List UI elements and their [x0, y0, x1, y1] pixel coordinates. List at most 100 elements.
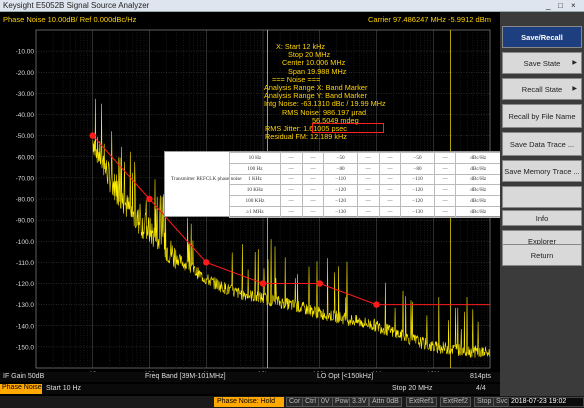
table-cell: −80 — [323, 162, 358, 175]
softkey-recall-by-file-name[interactable]: Recall by File Name — [502, 104, 582, 128]
if-gain: IF Gain 50dB — [3, 373, 45, 380]
table-cell: — — [356, 195, 380, 207]
table-cell: — — [301, 184, 325, 197]
table-cell: 10 Hz — [229, 152, 281, 164]
table-cell: — — [433, 205, 457, 218]
table-cell: dBc/Hz — [455, 173, 501, 186]
attn-indicator: Attn 0dB — [369, 397, 402, 407]
freq-band: Freq Band [39M-101MHz] — [145, 373, 226, 380]
pow-value: 3.3V — [349, 397, 370, 407]
phase-noise-tab[interactable]: Phase Noise — [0, 384, 42, 394]
limit-mask-point — [203, 259, 210, 266]
chevron-right-icon: ▶ — [572, 85, 577, 92]
table-cell: — — [279, 184, 303, 197]
footer-bar: Phase Noise: Hold Cor Ctrl 0V Pow 3.3V A… — [0, 396, 584, 408]
table-cell: −50 — [323, 152, 358, 164]
softkey-blank[interactable] — [502, 186, 582, 208]
table-cell: — — [433, 152, 457, 164]
table-cell: dBc/Hz — [455, 195, 501, 207]
points-count: 814pts — [470, 373, 492, 380]
y-tick-label: -20.00 — [16, 70, 35, 77]
softkey-info-label: Info — [535, 213, 549, 223]
table-cell: −120 — [400, 195, 435, 207]
table-cell: 10 KHz — [229, 184, 281, 197]
softkey-recall-state[interactable]: Recall State ▶ — [502, 78, 582, 100]
meas-status[interactable]: Phase Noise: Hold — [214, 397, 284, 407]
y-tick-label: -50.00 — [16, 133, 35, 140]
table-cell: — — [433, 173, 457, 186]
table-cell: — — [279, 195, 303, 207]
table-row: ≥1 MHz — — −130— — −130— dBc/Hz — [229, 205, 501, 218]
lo-opt: LO Opt [<150kHz] — [317, 373, 374, 380]
softkey-save-recall-label: Save/Recall — [521, 32, 563, 42]
table-cell: — — [279, 173, 303, 186]
table-row: 10 KHz — — −120— — −120— dBc/Hz — [229, 184, 501, 197]
table-cell: — — [301, 205, 325, 218]
minimize-icon[interactable]: _ — [546, 1, 550, 10]
table-cell: ≥1 MHz — [229, 205, 281, 218]
table-row: 10 Hz — — −50— — −50— dBc/Hz — [229, 152, 501, 164]
table-cell: −110 — [323, 173, 358, 186]
y-tick-label: -100.0 — [16, 239, 35, 246]
table-cell: 1 KHz — [229, 173, 281, 186]
y-tick-label: -80.00 — [16, 197, 35, 204]
close-icon[interactable]: × — [571, 1, 576, 10]
y-tick-label: -110.0 — [16, 260, 34, 267]
limit-mask-point — [259, 280, 267, 287]
table-cell: dBc/Hz — [455, 205, 501, 218]
softkey-return-label: Return — [530, 250, 554, 260]
softkey-save-data-trace[interactable]: Save Data Trace ... — [502, 132, 582, 156]
ov-indicator: 0V — [318, 397, 333, 407]
y-tick-label: -150.0 — [16, 344, 35, 351]
softkey-save-state-label: Save State — [523, 58, 561, 68]
table-cell: dBc/Hz — [455, 152, 501, 164]
table-cell: dBc/Hz — [455, 162, 501, 175]
trace-scale-label: Phase Noise 10.00dB/ Ref 0.000dBc/Hz — [3, 15, 137, 24]
softkey-save-memory-trace-label: Save Memory Trace ... — [504, 166, 580, 176]
table-row: 1 KHz — — −110— — −110— dBc/Hz — [229, 173, 501, 186]
table-row: 100 Hz — — −80— — −80— dBc/Hz — [229, 162, 501, 175]
table-cell: — — [279, 205, 303, 218]
status-line-1: IF Gain 50dB Freq Band [39M-101MHz] LO O… — [0, 372, 500, 382]
softkey-save-memory-trace[interactable]: Save Memory Trace ... — [502, 160, 582, 182]
stop-indicator: Stop — [474, 397, 495, 407]
spec-table-grid: 10 Hz — — −50— — −50— dBc/Hz 100 Hz — — −80— — −80— d… — [229, 152, 501, 218]
table-cell: — — [301, 152, 325, 164]
table-cell: −50 — [400, 152, 435, 164]
spec-table: Transmitter REFCLK phase noise 10 Hz — — −5… — [164, 151, 502, 218]
softkey-return[interactable]: Return — [502, 244, 582, 266]
y-tick-label: -120.0 — [16, 281, 35, 288]
table-cell: — — [356, 173, 380, 186]
table-cell: −110 — [400, 173, 435, 186]
table-cell: −130 — [400, 205, 435, 218]
title-bar: Keysight E5052B Signal Source Analyzer _… — [0, 0, 584, 12]
status-line-2: Start 10 Hz Stop 20 MHz 4/4 — [0, 384, 500, 394]
table-cell: — — [378, 152, 402, 164]
softkey-recall-by-file-name-label: Recall by File Name — [508, 111, 576, 121]
chevron-right-icon: ▶ — [572, 59, 577, 66]
table-cell: — — [279, 152, 303, 164]
table-cell: — — [356, 205, 380, 218]
y-tick-label: -130.0 — [16, 302, 35, 309]
table-cell: — — [356, 184, 380, 197]
table-cell: −80 — [400, 162, 435, 175]
y-tick-label: -30.00 — [16, 91, 35, 98]
softkey-save-state[interactable]: Save State ▶ — [502, 52, 582, 74]
table-cell: — — [378, 184, 402, 197]
limit-mask-point — [146, 195, 153, 203]
app-title: Keysight E5052B Signal Source Analyzer — [3, 1, 150, 10]
softkey-info[interactable]: Info — [502, 210, 582, 226]
table-cell: — — [301, 173, 325, 186]
y-tick-label: -90.00 — [16, 218, 35, 225]
table-cell: — — [433, 184, 457, 197]
maximize-icon[interactable]: □ — [558, 1, 563, 10]
limit-mask-point — [89, 132, 96, 139]
y-tick-label: -70.00 — [16, 175, 35, 182]
y-tick-label: -40.00 — [16, 112, 35, 119]
extref2-indicator: ExtRef2 — [440, 397, 471, 407]
table-cell: — — [433, 162, 457, 175]
softkey-save-recall[interactable]: Save/Recall — [502, 26, 582, 48]
table-cell: — — [378, 195, 402, 207]
table-cell: — — [378, 205, 402, 218]
jitter-highlight-box — [312, 123, 384, 133]
